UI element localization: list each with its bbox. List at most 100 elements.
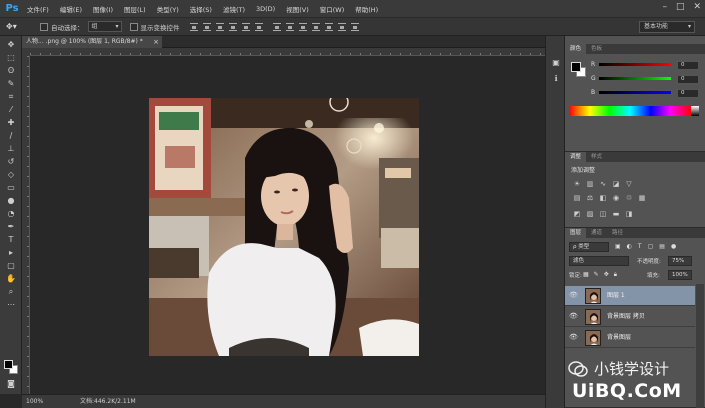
levels-icon[interactable]: ▥	[586, 180, 594, 188]
distribute-left-icon[interactable]	[311, 22, 320, 31]
type-tool-icon[interactable]: T	[5, 234, 17, 245]
distribute-bottom-icon[interactable]	[298, 22, 307, 31]
filter-toggle-icon[interactable]: ●	[671, 243, 676, 250]
lock-transparency-icon[interactable]: ▦	[583, 271, 589, 279]
menu-view[interactable]: 视图(V)	[286, 4, 309, 14]
close-icon[interactable]: ✕	[693, 2, 701, 12]
menu-filter[interactable]: 滤镜(T)	[223, 4, 245, 14]
black-white-icon[interactable]: ◧	[599, 194, 607, 202]
lock-pixels-icon[interactable]: ✎	[594, 271, 599, 279]
canvas-area[interactable]	[30, 56, 545, 394]
healing-brush-tool-icon[interactable]: ✚	[5, 117, 17, 128]
align-top-icon[interactable]	[189, 22, 198, 31]
layer-row[interactable]: 👁︎ 图层 1	[565, 286, 695, 306]
menu-3d[interactable]: 3D(D)	[256, 5, 275, 13]
path-select-tool-icon[interactable]: ▸	[5, 247, 17, 258]
posterize-icon[interactable]: ▨	[586, 210, 594, 218]
filter-smart-icon[interactable]: ▤	[659, 243, 665, 250]
horizontal-ruler[interactable]	[30, 48, 545, 56]
quick-mask-icon[interactable]: ◙	[5, 378, 17, 389]
green-value-field[interactable]: 0	[677, 75, 699, 84]
layer-row[interactable]: 👁︎ 背景图层	[565, 328, 695, 348]
tab-swatches[interactable]: 色板	[586, 44, 607, 54]
move-tool-icon[interactable]: ✥	[5, 39, 17, 50]
maximize-icon[interactable]: □	[676, 2, 685, 12]
filter-adjustment-icon[interactable]: ◐	[627, 243, 632, 250]
tab-paths[interactable]: 路径	[607, 228, 628, 238]
pen-tool-icon[interactable]: ✒	[5, 221, 17, 232]
gradient-tool-icon[interactable]: ▭	[5, 182, 17, 193]
eraser-tool-icon[interactable]: ◇	[5, 169, 17, 180]
blue-slider[interactable]	[599, 91, 671, 94]
minimize-icon[interactable]: –	[662, 2, 667, 12]
document-tab[interactable]: 人物... .png @ 100% (图层 1, RGB/8#) * ×	[22, 36, 162, 48]
menu-select[interactable]: 选择(S)	[190, 4, 212, 14]
crop-tool-icon[interactable]: ⌗	[5, 91, 17, 102]
color-panel-foreground-swatch[interactable]	[571, 62, 581, 72]
foreground-color-swatch[interactable]	[4, 360, 13, 369]
invert-icon[interactable]: ◩	[573, 210, 581, 218]
document-image[interactable]	[149, 98, 419, 356]
opacity-field[interactable]: 75%	[668, 256, 692, 266]
align-right-icon[interactable]	[254, 22, 263, 31]
shape-tool-icon[interactable]: ▢	[5, 260, 17, 271]
exposure-icon[interactable]: ◪	[612, 180, 620, 188]
menu-file[interactable]: 文件(F)	[27, 4, 49, 14]
grayscale-ramp[interactable]	[691, 106, 699, 116]
distribute-middle-icon[interactable]	[285, 22, 294, 31]
show-transform-checkbox[interactable]	[129, 22, 138, 31]
blur-tool-icon[interactable]: ●	[5, 195, 17, 206]
dodge-tool-icon[interactable]: ◔	[5, 208, 17, 219]
red-value-field[interactable]: 0	[677, 61, 699, 70]
visibility-eye-icon[interactable]: 👁︎	[569, 333, 578, 342]
align-middle-icon[interactable]	[202, 22, 211, 31]
vibrance-icon[interactable]: ▽	[625, 180, 633, 188]
lock-all-icon[interactable]: 🔒︎	[614, 271, 617, 279]
threshold-icon[interactable]: ◫	[599, 210, 607, 218]
auto-align-icon[interactable]	[350, 22, 359, 31]
hand-tool-icon[interactable]: ✋	[5, 273, 17, 284]
visibility-eye-icon[interactable]: 👁︎	[569, 312, 578, 321]
layer-name[interactable]: 背景图层	[607, 328, 631, 348]
distribute-center-icon[interactable]	[324, 22, 333, 31]
channel-mixer-icon[interactable]: ♲	[625, 194, 633, 202]
tab-styles[interactable]: 样式	[586, 152, 607, 162]
selective-color-icon[interactable]: ◨	[625, 210, 633, 218]
align-bottom-icon[interactable]	[215, 22, 224, 31]
menu-layer[interactable]: 图层(L)	[124, 4, 146, 14]
document-size-info[interactable]: 文档:446.2K/2.11M	[80, 395, 136, 408]
clone-stamp-tool-icon[interactable]: ⊥	[5, 143, 17, 154]
move-tool-preset-icon[interactable]: ✥▾	[6, 20, 32, 34]
zoom-tool-icon[interactable]: ⌕	[5, 286, 17, 297]
auto-select-checkbox[interactable]	[40, 22, 48, 31]
history-brush-tool-icon[interactable]: ↺	[5, 156, 17, 167]
visibility-eye-icon[interactable]: 👁︎	[569, 291, 578, 300]
eyedropper-tool-icon[interactable]: ⁄	[5, 104, 17, 115]
color-spectrum[interactable]	[569, 106, 691, 116]
menu-image[interactable]: 图像(I)	[93, 4, 113, 14]
blue-value-field[interactable]: 0	[677, 89, 699, 98]
workspace-dropdown[interactable]: 基本功能	[639, 21, 695, 33]
filter-type-icon[interactable]: T	[638, 243, 642, 250]
marquee-tool-icon[interactable]: ⬚	[5, 52, 17, 63]
photo-filter-icon[interactable]: ◉	[612, 194, 620, 202]
align-left-icon[interactable]	[228, 22, 237, 31]
brightness-icon[interactable]: ☀	[573, 180, 581, 188]
gradient-map-icon[interactable]: ▬	[612, 210, 620, 218]
color-balance-icon[interactable]: ⚖	[586, 194, 594, 202]
menu-type[interactable]: 类型(Y)	[157, 4, 179, 14]
properties-panel-icon[interactable]: ℹ	[551, 74, 561, 84]
tab-channels[interactable]: 通道	[586, 228, 607, 238]
history-panel-icon[interactable]: ▣	[551, 58, 561, 68]
close-tab-icon[interactable]: ×	[153, 36, 159, 48]
layer-row[interactable]: 👁︎ 背景图层 拷贝	[565, 307, 695, 327]
layer-filter-dropdown[interactable]: ρ 类型	[569, 242, 609, 252]
color-lookup-icon[interactable]: ▦	[638, 194, 646, 202]
auto-select-dropdown[interactable]: 组	[87, 21, 122, 32]
tab-layers[interactable]: 图层	[565, 228, 587, 238]
menu-window[interactable]: 窗口(W)	[320, 4, 345, 14]
vertical-ruler[interactable]	[22, 56, 30, 394]
zoom-level[interactable]: 100%	[26, 395, 43, 408]
fill-field[interactable]: 100%	[668, 270, 692, 280]
quick-select-tool-icon[interactable]: ✎	[5, 78, 17, 89]
